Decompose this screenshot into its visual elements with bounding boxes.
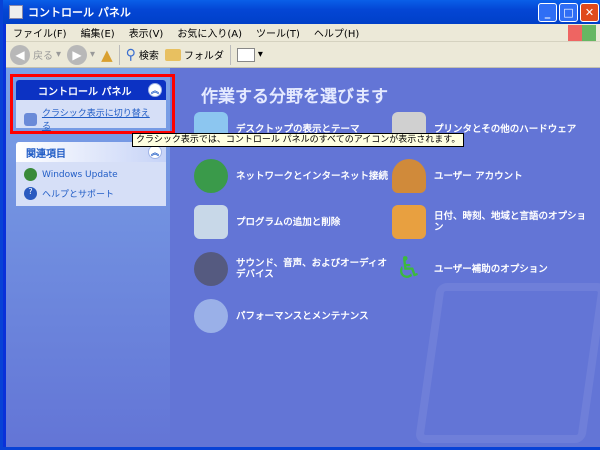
views-button[interactable]: ▾	[236, 47, 263, 62]
search-icon: ⚲	[125, 46, 136, 63]
search-button[interactable]: ⚲ 検索	[126, 47, 159, 63]
control-panel-icon	[9, 5, 23, 19]
forward-button[interactable]: ▶ ▾	[67, 44, 95, 65]
users-icon	[392, 159, 426, 193]
up-folder-button[interactable]: ▲	[101, 46, 113, 64]
highlight-box	[10, 74, 175, 134]
category-date-region[interactable]: 日付、時刻、地域と言語のオプション	[392, 205, 592, 239]
header-label: 関連項目	[26, 148, 66, 160]
divider	[229, 44, 231, 65]
window-title: コントロール パネル	[28, 6, 131, 19]
network-globe-icon	[194, 159, 228, 193]
category-label: 日付、時刻、地域と言語のオプション	[434, 211, 587, 233]
menu-file[interactable]: ファイル(F)	[6, 25, 74, 40]
category-label: プログラムの追加と削除	[236, 216, 341, 228]
help-icon: ?	[24, 187, 37, 200]
category-label: ユーザー アカウント	[434, 170, 523, 182]
menu-bar: ファイル(F) 編集(E) 表示(V) お気に入り(A) ツール(T) ヘルプ(…	[6, 24, 600, 42]
maximize-button[interactable]: □	[559, 3, 578, 22]
search-label: 検索	[138, 51, 159, 62]
category-sound[interactable]: サウンド、音声、およびオーディオ デバイス	[194, 252, 389, 286]
accessibility-icon: ♿	[395, 251, 423, 286]
forward-arrow-icon: ▶	[67, 44, 88, 65]
task-pane: コントロール パネル ︽ クラシック表示に切り替える 関連項目 ︽ Windows …	[6, 68, 175, 447]
menu-edit[interactable]: 編集(E)	[74, 25, 122, 40]
calendar-globe-icon	[392, 205, 426, 239]
views-icon	[236, 47, 255, 62]
speaker-icon	[194, 252, 228, 286]
back-label: 戻る	[33, 51, 53, 62]
collapse-chevron-icon[interactable]: ︽	[148, 145, 162, 159]
windows-update-icon	[24, 168, 37, 181]
toolbar: ◀ 戻る ▾ ▶ ▾ ▲ ⚲ 検索 フォルダ ▾	[6, 42, 600, 68]
close-button[interactable]: ✕	[580, 3, 599, 22]
windows-logo-icon	[568, 25, 596, 41]
category-accessibility[interactable]: ♿ ユーザー補助のオプション	[392, 252, 592, 286]
cd-box-icon	[194, 205, 228, 239]
pie-chart-icon	[194, 299, 228, 333]
category-add-remove-programs[interactable]: プログラムの追加と削除	[194, 205, 394, 239]
menu-tools[interactable]: ツール(T)	[249, 25, 307, 40]
category-user-accounts[interactable]: ユーザー アカウント	[392, 159, 592, 193]
back-arrow-icon: ◀	[10, 44, 30, 65]
folders-label: フォルダ	[183, 51, 224, 62]
menu-view[interactable]: 表示(V)	[122, 25, 171, 40]
category-network[interactable]: ネットワークとインターネット接続	[194, 159, 394, 193]
link-label: Windows Update	[42, 169, 118, 180]
title-bar: コントロール パネル _ □ ✕	[3, 0, 600, 24]
folders-button[interactable]: フォルダ	[164, 47, 224, 62]
category-label: ユーザー補助のオプション	[434, 263, 548, 275]
up-folder-icon: ▲	[101, 45, 113, 64]
category-label: サウンド、音声、およびオーディオ デバイス	[236, 258, 387, 280]
link-label: ヘルプとサポート	[42, 190, 115, 200]
minimize-button[interactable]: _	[538, 3, 557, 22]
help-support-link[interactable]: ? ヘルプとサポート	[16, 184, 166, 203]
page-title: 作業する分野を選びます	[201, 87, 388, 107]
category-label: パフォーマンスとメンテナンス	[236, 310, 369, 322]
tooltip: クラシック表示では、コントロール パネルのすべてのアイコンが表示されます。	[132, 133, 465, 147]
category-performance[interactable]: パフォーマンスとメンテナンス	[194, 299, 394, 333]
folder-icon	[164, 48, 181, 61]
related-topics-box: 関連項目 ︽ Windows Update ? ヘルプとサポート	[16, 142, 166, 206]
divider	[118, 44, 120, 65]
menu-help[interactable]: ヘルプ(H)	[307, 25, 366, 40]
watermark	[414, 283, 600, 443]
windows-update-link[interactable]: Windows Update	[16, 162, 166, 184]
menu-favorites[interactable]: お気に入り(A)	[170, 25, 249, 40]
window: コントロール パネル _ □ ✕ ファイル(F) 編集(E) 表示(V) お気に…	[0, 0, 600, 450]
content-area: コントロール パネル ︽ クラシック表示に切り替える 関連項目 ︽ Windows …	[6, 68, 600, 447]
category-label: ネットワークとインターネット接続	[236, 170, 389, 182]
back-button[interactable]: ◀ 戻る ▾	[10, 44, 61, 65]
